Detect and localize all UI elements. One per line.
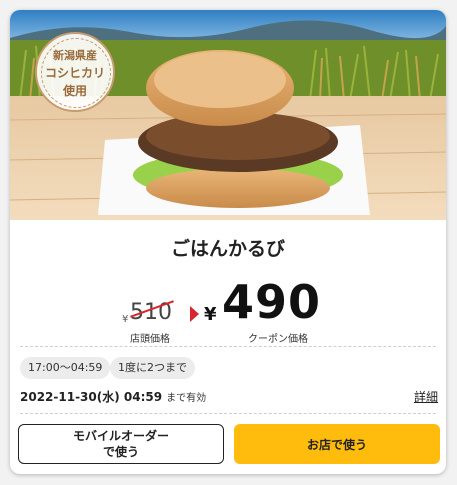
price-arrow-icon — [190, 306, 199, 322]
badge-line-3: 使用 — [62, 84, 87, 98]
time-condition-chip: 17:00〜04:59 — [20, 357, 111, 379]
use-in-store-button[interactable]: お店で使う — [234, 424, 440, 464]
detail-link[interactable]: 詳細 — [414, 388, 438, 405]
limit-condition-chip: 1度に2つまで — [110, 357, 195, 379]
badge-line-2: コシヒカリ — [44, 66, 105, 80]
coupon-price-label: クーポン価格 — [248, 334, 308, 345]
original-price-currency: ¥ — [122, 314, 129, 325]
expiry-date: 2022-11-30(水) 04:59 — [20, 390, 163, 404]
koshihikari-badge: 新潟県産 コシヒカリ 使用 — [35, 32, 115, 112]
mobile-order-button[interactable]: モバイルオーダー で使う — [18, 424, 224, 464]
coupon-price-currency: ¥ — [204, 304, 217, 325]
expiry-info: 2022-11-30(水) 04:59 まで有効 — [20, 388, 206, 405]
price-area: ¥ 510 店頭価格 ¥ 490 クーポン価格 — [10, 272, 446, 345]
expiry-suffix: まで有効 — [166, 393, 207, 404]
coupon-card: 新潟県産 コシヒカリ 使用 ごはんかるび ¥ 510 店頭価格 ¥ 490 クー… — [10, 10, 446, 474]
coupon-price: 490 — [222, 275, 322, 329]
divider-bottom — [20, 413, 436, 414]
badge-line-1: 新潟県産 — [53, 49, 97, 62]
product-name: ごはんかるび — [170, 238, 285, 260]
divider-top — [20, 346, 436, 347]
original-price-label: 店頭価格 — [130, 334, 170, 345]
